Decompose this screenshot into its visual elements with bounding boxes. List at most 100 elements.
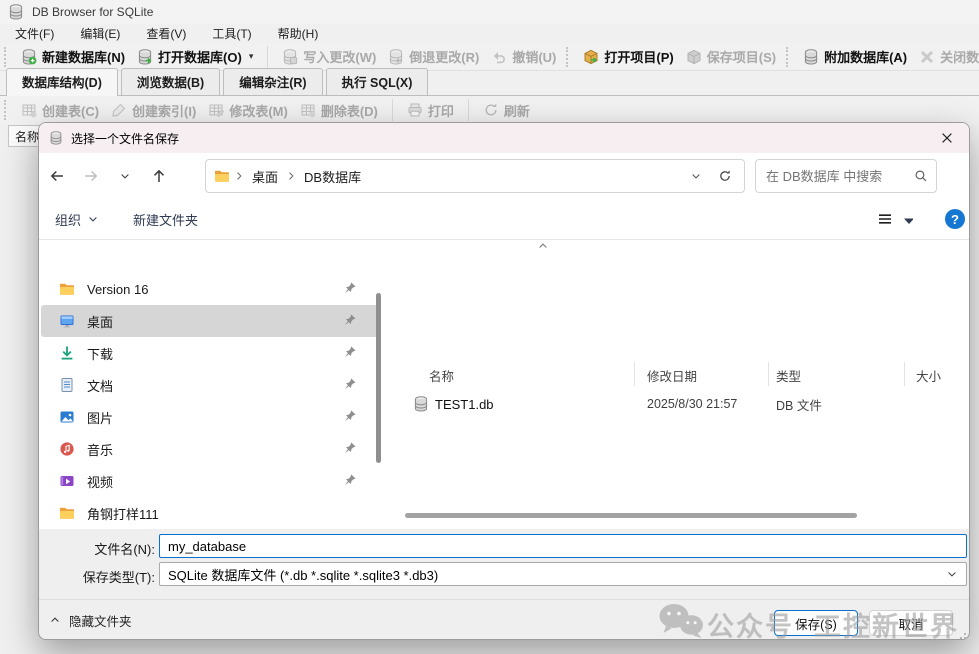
chevron-up-icon — [49, 614, 61, 626]
view-mode-icon[interactable] — [877, 211, 893, 227]
create-index-icon — [111, 102, 127, 118]
write-changes-button[interactable]: 写入更改(W) — [276, 47, 382, 66]
save-file-dialog: 选择一个文件名保存 桌面 DB数据库 — [38, 122, 970, 640]
pin-icon[interactable] — [343, 473, 357, 487]
savetype-value: SQLite 数据库文件 (*.db *.sqlite *.sqlite3 *.… — [168, 565, 438, 584]
folder-icon — [214, 168, 230, 184]
watermark-text-left: 公众号 — [707, 605, 794, 640]
tab-database-structure[interactable]: 数据库结构(D) — [6, 68, 118, 96]
pin-icon[interactable] — [343, 377, 357, 391]
sidebar-item-music[interactable]: 音乐 — [41, 433, 381, 465]
hide-folders-button[interactable]: 隐藏文件夹 — [49, 610, 132, 630]
sidebar-item-documents[interactable]: 文档 — [41, 369, 381, 401]
tab-edit-pragmas[interactable]: 编辑杂注(R) — [223, 68, 322, 95]
search-icon[interactable] — [914, 169, 928, 183]
sidebar-item-label: 文档 — [87, 376, 113, 395]
back-button[interactable] — [43, 162, 71, 190]
menu-edit[interactable]: 编辑(E) — [69, 23, 131, 44]
refresh-icon[interactable] — [718, 169, 732, 183]
music-icon — [59, 441, 75, 457]
sidebar-item-desktop[interactable]: 桌面 — [41, 305, 381, 337]
pin-icon[interactable] — [343, 313, 357, 327]
close-database-button[interactable]: 关闭数据 — [913, 47, 979, 66]
revert-changes-button[interactable]: 倒退更改(R) — [382, 47, 485, 66]
up-button[interactable] — [145, 162, 173, 190]
sidebar-item-label: 下载 — [87, 344, 113, 363]
delete-table-button[interactable]: 删除表(D) — [294, 101, 384, 120]
sort-ascending-icon[interactable] — [537, 240, 549, 252]
dialog-toolbar: 组织 新建文件夹 — [55, 203, 198, 235]
save-project-button[interactable]: 保存项目(S) — [680, 47, 782, 66]
menu-view[interactable]: 查看(V) — [135, 23, 197, 44]
sidebar-item-label: Version 16 — [87, 282, 148, 297]
resize-grip[interactable] — [964, 633, 966, 635]
column-separator[interactable] — [634, 362, 635, 386]
pin-icon[interactable] — [343, 345, 357, 359]
refresh-button[interactable]: 刷新 — [477, 101, 536, 120]
pin-icon[interactable] — [343, 281, 357, 295]
organize-label: 组织 — [55, 210, 81, 229]
column-separator[interactable] — [904, 362, 905, 386]
create-table-button[interactable]: 创建表(C) — [15, 101, 105, 120]
tab-browse-data[interactable]: 浏览数据(B) — [121, 68, 220, 95]
create-index-label: 创建索引(I) — [132, 101, 196, 120]
menu-file[interactable]: 文件(F) — [4, 23, 65, 44]
pin-icon[interactable] — [343, 409, 357, 423]
organize-button[interactable]: 组织 — [55, 210, 99, 229]
recent-locations-button[interactable] — [111, 162, 139, 190]
column-separator[interactable] — [768, 362, 769, 386]
print-label: 打印 — [428, 101, 454, 120]
attach-database-label: 附加数据库(A) — [824, 47, 907, 66]
sidebar-item-version16[interactable]: Version 16 — [41, 273, 381, 305]
sidebar-item-videos[interactable]: 视频 — [41, 465, 381, 497]
file-list-horizontal-scrollbar[interactable] — [405, 513, 857, 518]
undo-icon — [491, 49, 507, 65]
address-dropdown-icon[interactable] — [690, 170, 702, 182]
open-database-icon — [137, 49, 153, 65]
open-project-button[interactable]: 打开项目(P) — [577, 47, 679, 66]
undo-button[interactable]: 撤销(U) — [485, 47, 562, 66]
chevron-down-icon — [946, 568, 958, 580]
dialog-close-button[interactable] — [925, 123, 969, 153]
menu-tools[interactable]: 工具(T) — [201, 23, 262, 44]
filename-input[interactable] — [159, 534, 967, 558]
attach-database-button[interactable]: 附加数据库(A) — [797, 47, 913, 66]
hide-folders-label: 隐藏文件夹 — [69, 611, 132, 630]
column-header-size[interactable]: 大小 — [916, 366, 941, 385]
dialog-titlebar: 选择一个文件名保存 — [39, 123, 969, 153]
new-folder-label: 新建文件夹 — [133, 210, 198, 229]
savetype-select[interactable]: SQLite 数据库文件 (*.db *.sqlite *.sqlite3 *.… — [159, 562, 967, 586]
chevron-down-icon — [87, 213, 99, 225]
column-header-modified[interactable]: 修改日期 — [647, 366, 697, 385]
search-input[interactable] — [764, 168, 914, 185]
create-index-button[interactable]: 创建索引(I) — [105, 101, 202, 120]
column-header-type[interactable]: 类型 — [776, 366, 801, 385]
new-database-button[interactable]: 新建数据库(N) — [15, 47, 131, 66]
download-icon — [59, 345, 75, 361]
tab-execute-sql[interactable]: 执行 SQL(X) — [326, 68, 429, 95]
menu-help[interactable]: 帮助(H) — [267, 23, 330, 44]
sidebar-item-pictures[interactable]: 图片 — [41, 401, 381, 433]
sidebar-scrollbar[interactable] — [376, 293, 381, 463]
breadcrumb-desktop[interactable]: 桌面 — [248, 167, 282, 186]
open-database-dropdown-icon[interactable]: ▾ — [249, 51, 254, 62]
pin-icon[interactable] — [343, 441, 357, 455]
attach-database-icon — [803, 49, 819, 65]
new-folder-button[interactable]: 新建文件夹 — [133, 210, 198, 229]
sidebar-item-downloads[interactable]: 下载 — [41, 337, 381, 369]
view-mode-dropdown-icon[interactable] — [901, 213, 913, 225]
modify-table-button[interactable]: 修改表(M) — [202, 101, 294, 120]
chevron-down-icon — [119, 170, 131, 182]
print-button[interactable]: 打印 — [401, 101, 460, 120]
address-bar[interactable]: 桌面 DB数据库 — [205, 159, 745, 193]
help-button[interactable]: ? — [945, 209, 965, 229]
dialog-toolbar-right: ? — [877, 203, 965, 235]
sidebar-item-jiaogang[interactable]: 角钢打样111 — [41, 497, 381, 529]
open-database-button[interactable]: 打开数据库(O) ▾ — [131, 47, 259, 66]
modify-table-label: 修改表(M) — [229, 101, 288, 120]
file-row-test1[interactable]: TEST1.db 2025/8/30 21:57 DB 文件 — [401, 390, 961, 418]
arrow-left-icon — [49, 168, 65, 184]
forward-button[interactable] — [77, 162, 105, 190]
breadcrumb-db-folder[interactable]: DB数据库 — [300, 167, 365, 186]
column-header-name[interactable]: 名称 — [429, 366, 454, 385]
